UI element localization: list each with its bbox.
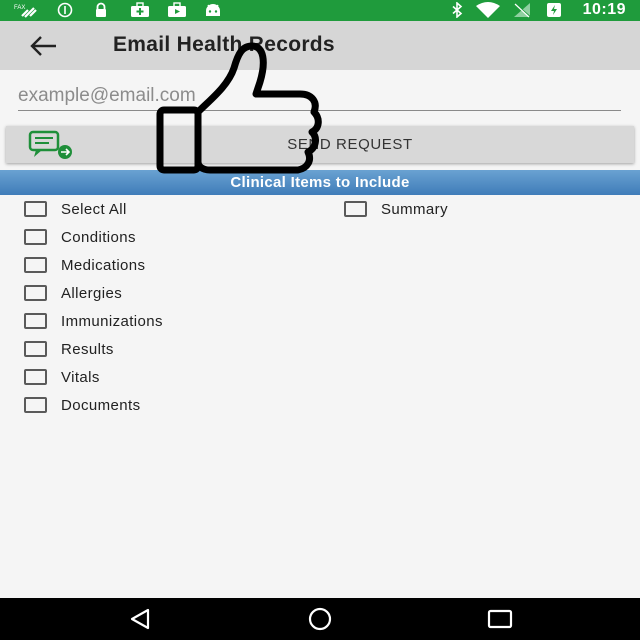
checkbox-allergies[interactable]: Allergies bbox=[24, 282, 122, 304]
status-bar: FAX 10:19 bbox=[0, 0, 640, 21]
medical-kit-icon bbox=[129, 2, 151, 18]
checkbox-immunizations[interactable]: Immunizations bbox=[24, 310, 163, 332]
navigation-bar bbox=[0, 598, 640, 640]
thumbs-up-icon bbox=[156, 42, 322, 174]
android-icon bbox=[203, 2, 223, 18]
checkbox-label: Vitals bbox=[61, 368, 100, 386]
info-icon bbox=[56, 2, 74, 18]
checkbox-label: Medications bbox=[61, 256, 146, 274]
svg-text:FAX: FAX bbox=[14, 5, 25, 11]
checkbox[interactable] bbox=[24, 397, 47, 413]
checkbox-label: Immunizations bbox=[61, 312, 163, 330]
checkbox[interactable] bbox=[344, 201, 367, 217]
checkbox[interactable] bbox=[24, 341, 47, 357]
bluetooth-icon bbox=[449, 2, 465, 18]
checkbox-label: Conditions bbox=[61, 228, 136, 246]
battery-charging-icon bbox=[544, 2, 564, 18]
checkbox-summary[interactable]: Summary bbox=[344, 198, 448, 220]
checkbox-medications[interactable]: Medications bbox=[24, 254, 145, 276]
checkbox-select-all[interactable]: Select All bbox=[24, 198, 127, 220]
checkbox-vitals[interactable]: Vitals bbox=[24, 366, 100, 388]
checkbox-results[interactable]: Results bbox=[24, 338, 114, 360]
checkbox-label: Allergies bbox=[61, 284, 123, 302]
satellite-icon: FAX bbox=[14, 2, 40, 18]
back-arrow-icon[interactable] bbox=[28, 33, 60, 59]
home-nav-icon[interactable] bbox=[305, 606, 335, 632]
checkbox[interactable] bbox=[24, 257, 47, 273]
checkbox-label: Documents bbox=[61, 396, 141, 414]
checkbox-label: Summary bbox=[381, 200, 448, 218]
checkbox[interactable] bbox=[24, 285, 47, 301]
clock: 10:19 bbox=[582, 1, 626, 18]
back-nav-icon[interactable] bbox=[126, 606, 154, 632]
video-briefcase-icon bbox=[166, 2, 188, 18]
checkbox-label: Results bbox=[61, 340, 114, 358]
lock-icon bbox=[92, 2, 110, 18]
checkbox[interactable] bbox=[24, 201, 47, 217]
checkbox[interactable] bbox=[24, 229, 47, 245]
checkbox[interactable] bbox=[24, 369, 47, 385]
checkbox-label: Select All bbox=[61, 200, 127, 218]
checkbox-conditions[interactable]: Conditions bbox=[24, 226, 136, 248]
recents-nav-icon[interactable] bbox=[486, 606, 514, 632]
wifi-icon bbox=[474, 2, 502, 18]
no-signal-icon bbox=[511, 2, 533, 18]
checkbox[interactable] bbox=[24, 313, 47, 329]
checkbox-documents[interactable]: Documents bbox=[24, 394, 140, 416]
